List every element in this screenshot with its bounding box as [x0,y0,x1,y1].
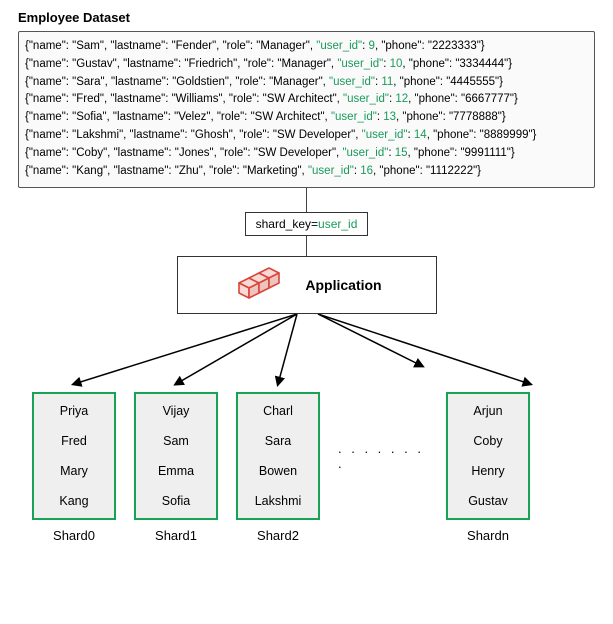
shard-3: Arjun Coby Henry Gustav Shardn [446,392,530,543]
shard-item: Kang [59,494,88,508]
shard-item: Sara [265,434,291,448]
shard-item: Mary [60,464,88,478]
shard-item: Coby [473,434,502,448]
shard-item: Gustav [468,494,508,508]
dataset-record: {"name": "Fred", "lastname": "Williams",… [25,91,588,109]
shard-key-label: shard_key [256,217,311,231]
page-title: Employee Dataset [18,10,595,25]
shard-label: Shard0 [53,528,95,543]
shard-stack: Arjun Coby Henry Gustav [446,392,530,520]
dataset-box: {"name": "Sam", "lastname": "Fender", "r… [18,31,595,188]
cubes-icon [231,265,287,305]
dataset-record: {"name": "Sam", "lastname": "Fender", "r… [25,38,588,56]
shard-item: Emma [158,464,194,478]
shard-0: Priya Fred Mary Kang Shard0 [32,392,116,543]
dataset-record: {"name": "Lakshmi", "lastname": "Ghosh",… [25,127,588,145]
shards-row: Priya Fred Mary Kang Shard0 Vijay Sam Emma Sofia… [18,392,595,543]
application-label: Application [305,277,381,293]
dataset-record: {"name": "Gustav", "lastname": "Friedric… [25,56,588,74]
shard-item: Sam [163,434,189,448]
shard-label: Shard2 [257,528,299,543]
arrows [18,314,595,392]
shard-item: Bowen [259,464,297,478]
dataset-record: {"name": "Kang", "lastname": "Zhu", "rol… [25,163,588,181]
shard-key-value: user_id [318,217,357,231]
shard-key-box: shard_key=user_id [245,212,369,236]
shard-item: Fred [61,434,87,448]
dataset-record: {"name": "Sofia", "lastname": "Velez", "… [25,109,588,127]
shard-label: Shard1 [155,528,197,543]
shard-item: Henry [471,464,504,478]
shard-stack: Priya Fred Mary Kang [32,392,116,520]
shard-ellipsis: . . . . . . . . [338,441,428,493]
shard-item: Sofia [162,494,191,508]
dataset-record: {"name": "Sara", "lastname": "Goldstien"… [25,74,588,92]
dataset-record: {"name": "Coby", "lastname": "Jones", "r… [25,145,588,163]
shard-item: Vijay [163,404,190,418]
shard-1: Vijay Sam Emma Sofia Shard1 [134,392,218,543]
shard-stack: Charl Sara Bowen Lakshmi [236,392,320,520]
shard-2: Charl Sara Bowen Lakshmi Shard2 [236,392,320,543]
shard-item: Arjun [473,404,502,418]
connector-top [306,188,307,212]
shard-item: Charl [263,404,293,418]
shard-label: Shardn [467,528,509,543]
shard-stack: Vijay Sam Emma Sofia [134,392,218,520]
application-box: Application [177,256,437,314]
shard-item: Priya [60,404,88,418]
shard-item: Lakshmi [255,494,302,508]
connector-mid [306,236,307,256]
